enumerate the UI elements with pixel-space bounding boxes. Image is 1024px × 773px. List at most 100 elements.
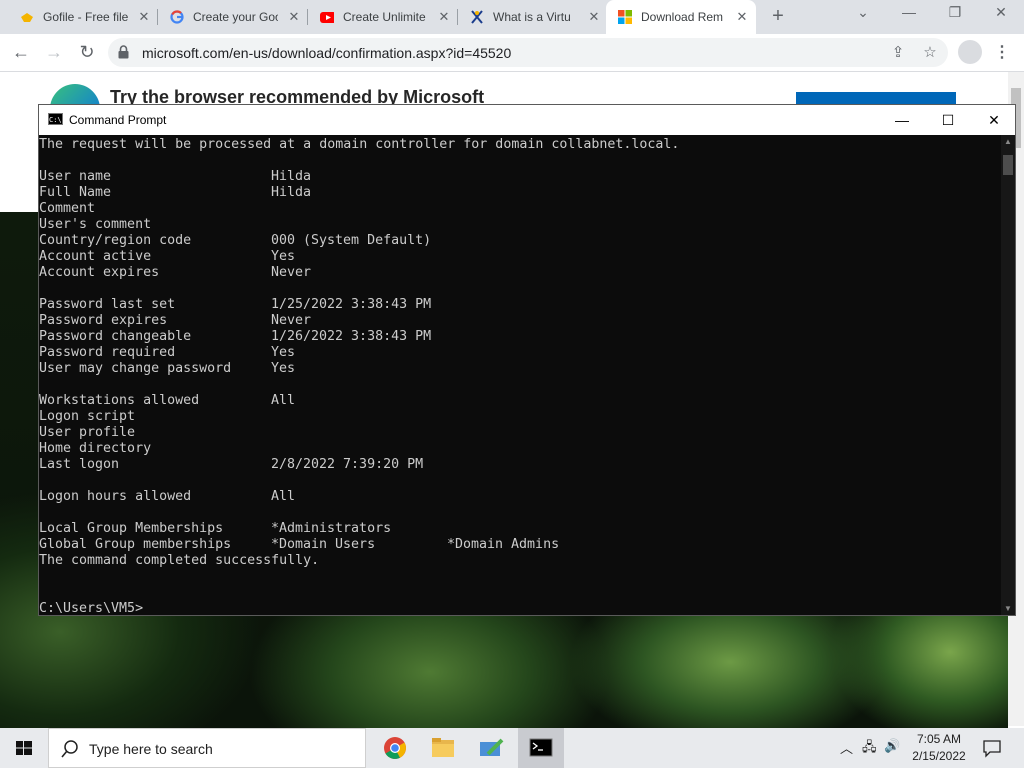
console-label: User may change password: [39, 361, 232, 376]
console-value: *Domain Users: [271, 537, 376, 552]
console-value: All: [271, 393, 296, 408]
console-line: Password required Yes: [39, 345, 997, 361]
console-line: Account expires Never: [39, 265, 997, 281]
tab-title: Create Unlimite: [343, 10, 426, 24]
console-value: Yes: [271, 249, 296, 264]
profile-avatar-icon[interactable]: [958, 40, 982, 64]
maximize-button[interactable]: ☐: [925, 105, 971, 135]
notification-icon[interactable]: [982, 738, 1002, 758]
console-line: Full Name Hilda: [39, 185, 997, 201]
forward-button[interactable]: →: [42, 40, 66, 64]
console-label: Account active: [39, 249, 152, 264]
console-value: Yes: [271, 345, 296, 360]
close-icon[interactable]: ✕: [734, 9, 750, 25]
search-placeholder: Type here to search: [89, 741, 213, 757]
browser-toolbar: ← → ↻ microsoft.com/en-us/download/confi…: [0, 34, 1024, 72]
chevron-up-icon[interactable]: ︿: [840, 738, 853, 757]
scroll-up-icon[interactable]: ▲: [1004, 137, 1012, 146]
reload-button[interactable]: ↻: [75, 40, 99, 64]
console-value: 000 (System Default): [271, 233, 432, 248]
minimize-button[interactable]: —: [894, 4, 924, 20]
close-icon[interactable]: ✕: [586, 9, 602, 25]
browser-tab[interactable]: Gofile - Free file ✕: [8, 0, 158, 34]
console-line: User profile: [39, 425, 997, 441]
console-line: C:\Users\VM5>: [39, 601, 997, 615]
volume-icon[interactable]: 🔊: [884, 738, 900, 754]
console-label: The request will be processed at a domai…: [39, 137, 680, 152]
console-label: User profile: [39, 425, 136, 440]
console-line: Home directory: [39, 441, 997, 457]
taskbar-app[interactable]: [468, 728, 514, 768]
console-label: Account expires: [39, 265, 160, 280]
console-label: Full Name: [39, 185, 112, 200]
console-value: Hilda: [271, 185, 312, 200]
url-text: microsoft.com/en-us/download/confirmatio…: [142, 45, 512, 61]
console-label: Global Group memberships: [39, 537, 232, 552]
start-button[interactable]: [0, 728, 48, 768]
command-prompt-window: C:\ Command Prompt — ☐ ✕ The request wil…: [38, 104, 1016, 616]
console-label: Password required: [39, 345, 176, 360]
tab-title: Gofile - Free file: [43, 10, 128, 24]
browser-tab[interactable]: What is a Virtu ✕: [458, 0, 608, 34]
console-label: Password expires: [39, 313, 168, 328]
browser-tab[interactable]: Create your Goo ✕: [158, 0, 308, 34]
browser-tab-active[interactable]: Download Rem ✕: [606, 0, 756, 34]
microsoft-icon: [618, 10, 632, 24]
taskbar-search-box[interactable]: Type here to search: [48, 728, 366, 768]
console-value: Hilda: [271, 169, 312, 184]
close-icon[interactable]: ✕: [286, 9, 302, 25]
console-output[interactable]: The request will be processed at a domai…: [39, 135, 999, 615]
address-bar[interactable]: microsoft.com/en-us/download/confirmatio…: [108, 38, 948, 67]
taskbar-file-explorer[interactable]: [420, 728, 466, 768]
folder-icon: [432, 738, 454, 757]
browser-tab[interactable]: Create Unlimite ✕: [308, 0, 458, 34]
console-line: The request will be processed at a domai…: [39, 137, 997, 153]
console-label: Workstations allowed: [39, 393, 200, 408]
new-tab-button[interactable]: +: [766, 5, 790, 28]
taskbar-chrome[interactable]: [372, 728, 418, 768]
menu-icon[interactable]: ⋮: [994, 42, 1010, 62]
console-value: *Domain Admins: [447, 537, 560, 552]
console-value: 1/26/2022 3:38:43 PM: [271, 329, 432, 344]
console-value: All: [271, 489, 296, 504]
lock-icon[interactable]: [118, 45, 129, 59]
search-icon: [61, 740, 78, 758]
console-label: Country/region code: [39, 233, 192, 248]
clock[interactable]: 7:05 AM 2/15/2022: [904, 731, 974, 765]
console-line: Global Group memberships *Domain Users *Do…: [39, 537, 997, 553]
console-label: Logon script: [39, 409, 136, 424]
console-label: User's comment: [39, 217, 152, 232]
console-line: Account active Yes: [39, 249, 997, 265]
console-line: Password expires Never: [39, 313, 997, 329]
console-line: Logon script: [39, 409, 997, 425]
tab-search-icon[interactable]: ⌄: [848, 4, 878, 21]
close-button[interactable]: ✕: [971, 105, 1017, 135]
taskbar-command-prompt[interactable]: [518, 728, 564, 768]
browser-tab-strip: Gofile - Free file ✕ Create your Goo ✕ C…: [0, 0, 1024, 34]
close-icon[interactable]: ✕: [136, 9, 152, 25]
back-button[interactable]: ←: [9, 40, 33, 64]
console-line: Comment: [39, 201, 997, 217]
console-label: Comment: [39, 201, 96, 216]
network-icon[interactable]: 🖧: [862, 738, 877, 760]
close-window-button[interactable]: ✕: [986, 4, 1016, 21]
windows-icon: [16, 741, 32, 755]
console-line: Logon hours allowed All: [39, 489, 997, 505]
console-scrollbar[interactable]: ▲ ▼: [1001, 135, 1015, 615]
share-icon[interactable]: ⇪: [888, 43, 908, 61]
bookmark-star-icon[interactable]: ☆: [920, 43, 940, 61]
minimize-button[interactable]: —: [879, 105, 925, 135]
window-title-bar[interactable]: C:\ Command Prompt — ☐ ✕: [39, 105, 1015, 135]
close-icon[interactable]: ✕: [436, 9, 452, 25]
console-line: The command completed successfully.: [39, 553, 997, 569]
scroll-down-icon[interactable]: ▼: [1004, 604, 1012, 613]
console-line: Local Group Memberships *Administrators: [39, 521, 997, 537]
scroll-thumb[interactable]: [1003, 155, 1013, 175]
restore-button[interactable]: ❐: [940, 4, 970, 21]
console-line: Country/region code 000 (System Default): [39, 233, 997, 249]
